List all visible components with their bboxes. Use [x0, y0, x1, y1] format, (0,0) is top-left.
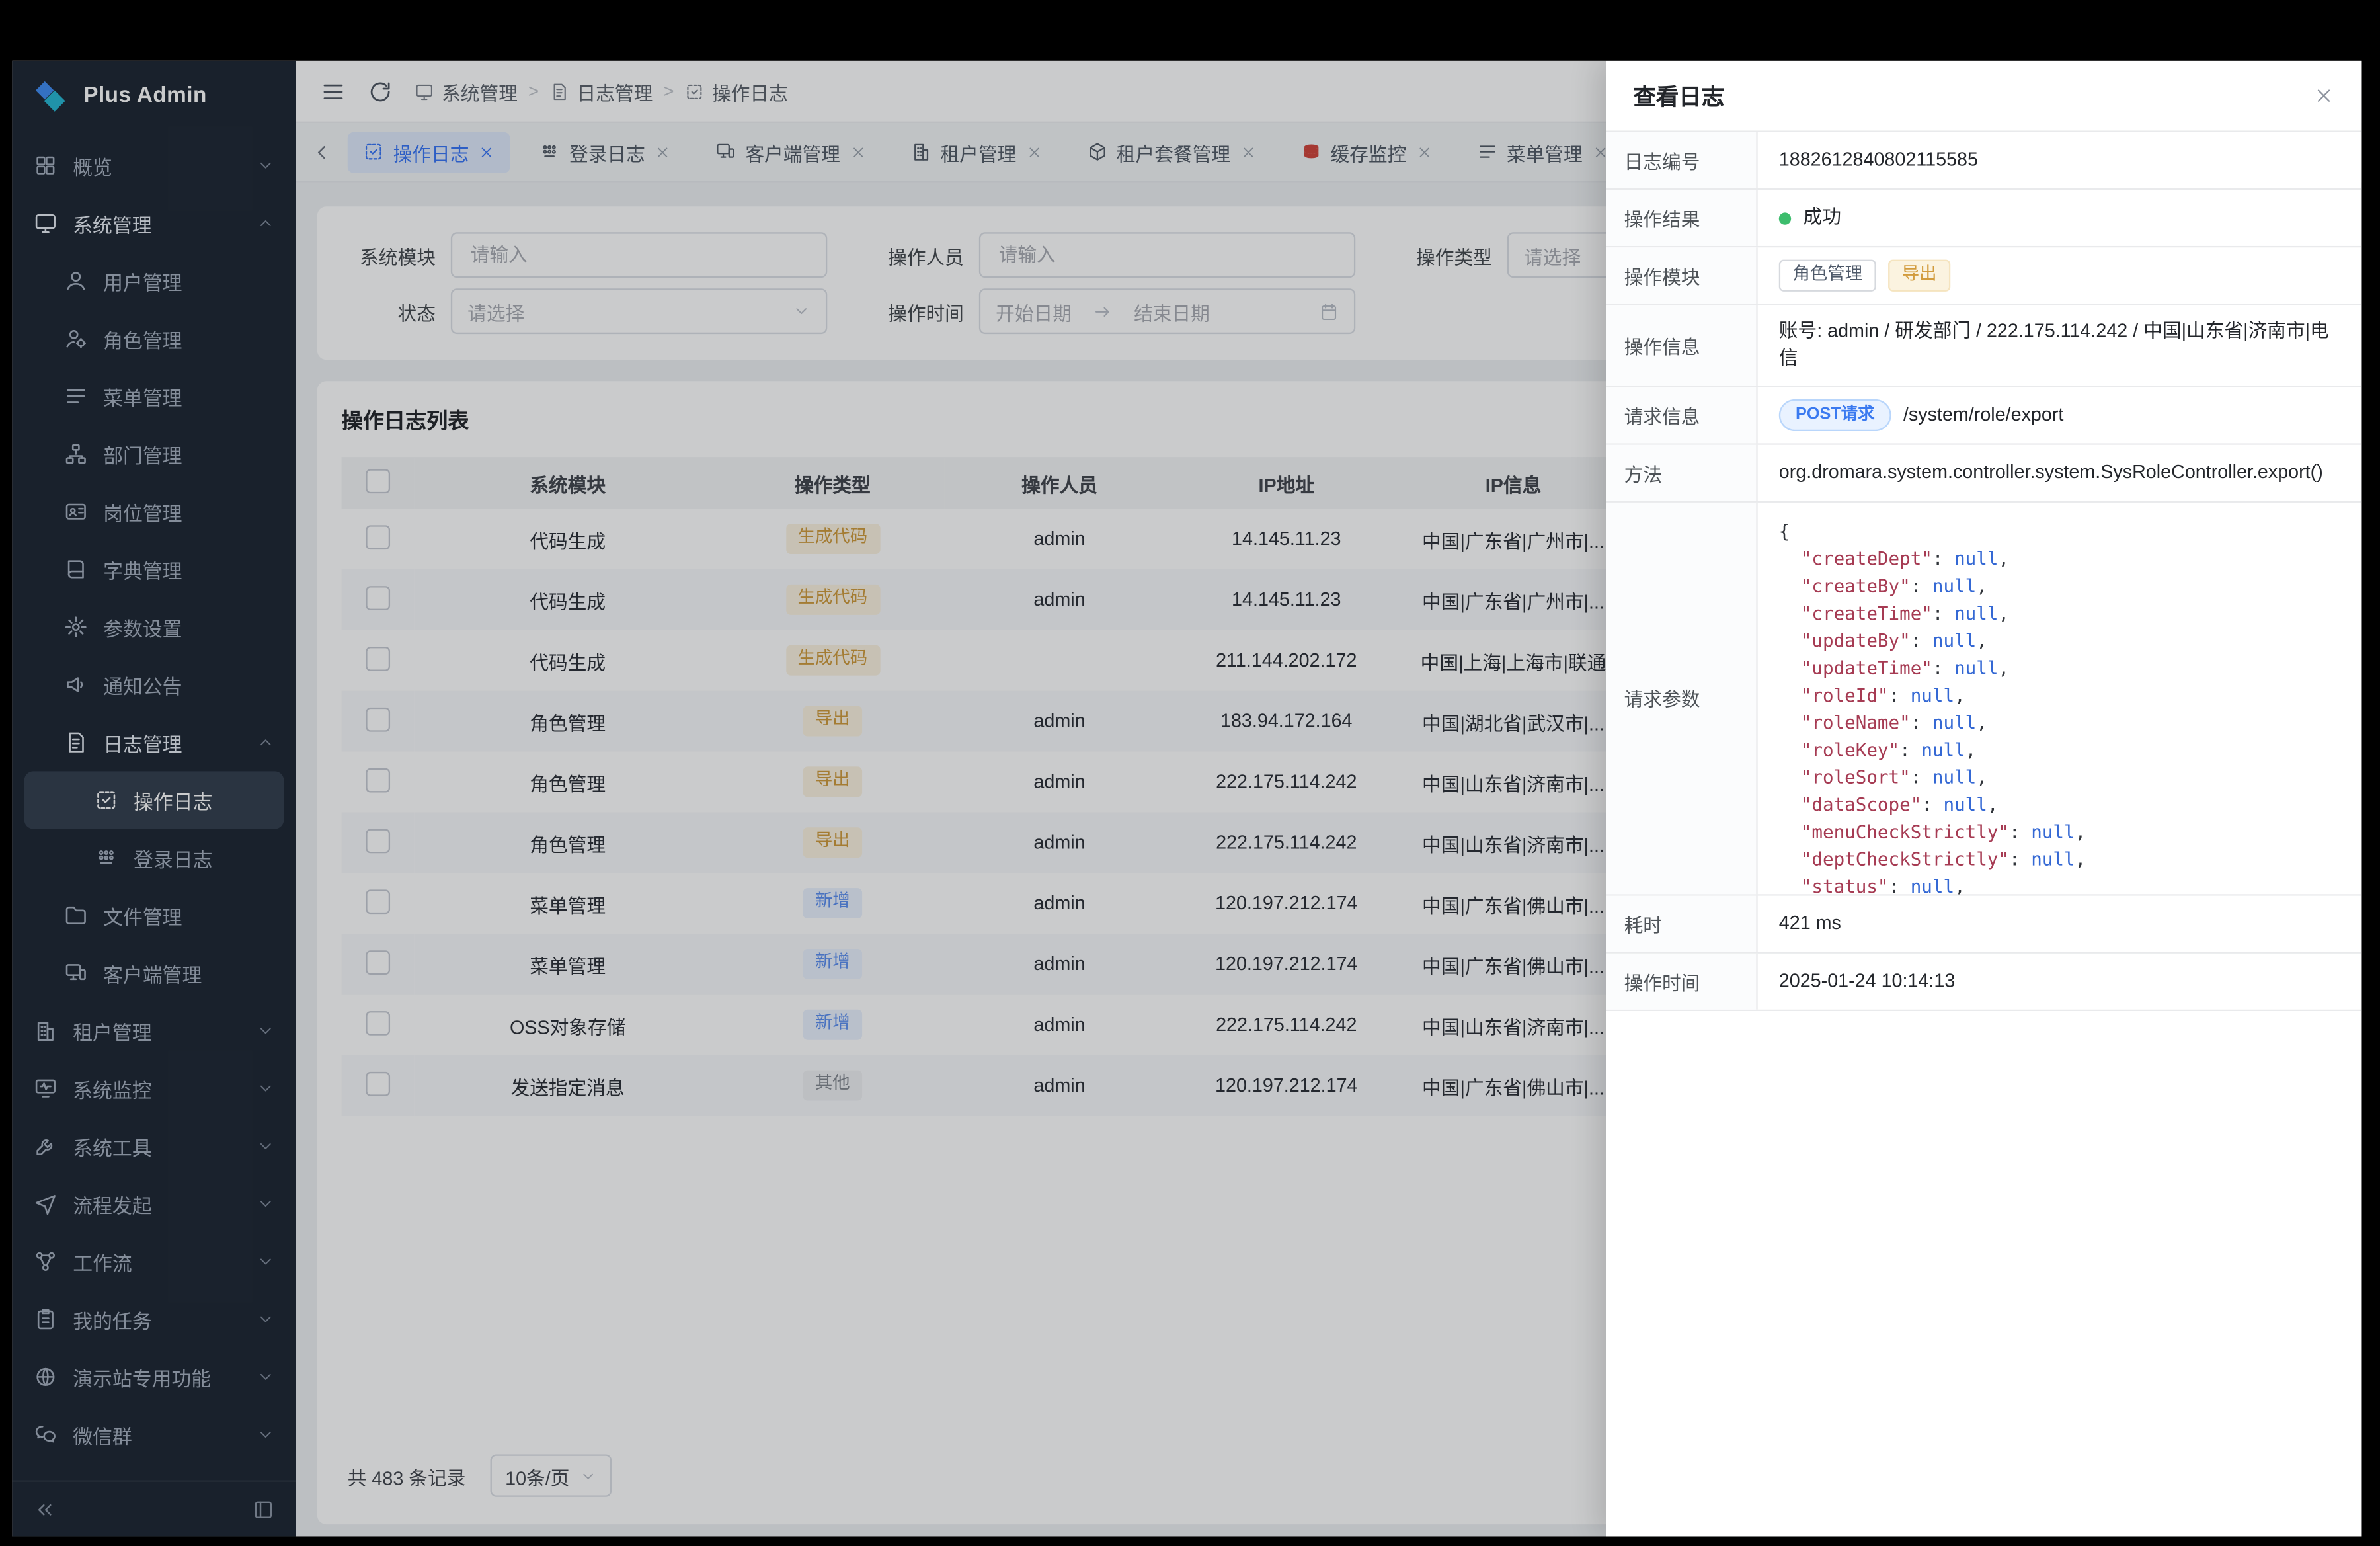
log-detail-table: 日志编号 1882612840802115585 操作结果 成功 操作模块 角色… [1606, 130, 2361, 1010]
operation-info-value: 账号: admin / 研发部门 / 222.175.114.242 / 中国|… [1758, 305, 2362, 385]
module-value: 角色管理 导出 [1758, 247, 2362, 304]
detail-row-log-id: 日志编号 1882612840802115585 [1606, 132, 2361, 190]
drawer-header: 查看日志 [1606, 61, 2361, 131]
action-tag: 导出 [1888, 260, 1950, 292]
screen: Plus Admin 概览系统管理用户管理角色管理菜单管理部门管理岗位管理字典管… [0, 0, 2380, 1545]
detail-row-time: 操作时间 2025-01-24 10:14:13 [1606, 954, 2361, 1011]
detail-row-info: 操作信息 账号: admin / 研发部门 / 222.175.114.242 … [1606, 305, 2361, 386]
detail-row-method: 方法 org.dromara.system.controller.system.… [1606, 444, 2361, 502]
post-method-tag: POST请求 [1779, 399, 1891, 431]
view-log-drawer: 查看日志 日志编号 1882612840802115585 操作结果 成功 操作… [1606, 61, 2361, 1537]
request-url: /system/role/export [1903, 401, 2063, 428]
detail-label: 请求参数 [1606, 503, 1758, 894]
detail-label: 日志编号 [1606, 132, 1758, 188]
request-params-code[interactable]: { "createDept": null, "createBy": null, … [1758, 503, 2362, 894]
request-info-value: POST请求 /system/role/export [1758, 386, 2362, 443]
detail-row-params: 请求参数 { "createDept": null, "createBy": n… [1606, 503, 2361, 896]
close-icon[interactable] [2313, 85, 2334, 106]
success-dot-icon [1779, 212, 1791, 224]
duration-value: 421 ms [1758, 895, 2362, 952]
detail-label: 操作信息 [1606, 305, 1758, 385]
detail-label: 操作时间 [1606, 954, 1758, 1010]
app-window: Plus Admin 概览系统管理用户管理角色管理菜单管理部门管理岗位管理字典管… [12, 61, 2361, 1537]
detail-label: 操作模块 [1606, 247, 1758, 304]
detail-label: 方法 [1606, 444, 1758, 501]
drawer-title: 查看日志 [1633, 80, 1724, 112]
detail-row-result: 操作结果 成功 [1606, 190, 2361, 247]
module-tag: 角色管理 [1779, 260, 1876, 292]
log-id-value: 1882612840802115585 [1758, 132, 2362, 188]
detail-label: 耗时 [1606, 895, 1758, 952]
detail-row-duration: 耗时 421 ms [1606, 895, 2361, 953]
method-value: org.dromara.system.controller.system.Sys… [1758, 444, 2362, 501]
result-value: 成功 [1758, 190, 2362, 246]
operation-time-value: 2025-01-24 10:14:13 [1758, 954, 2362, 1010]
result-text: 成功 [1804, 204, 1841, 232]
detail-row-request: 请求信息 POST请求 /system/role/export [1606, 386, 2361, 444]
detail-row-module: 操作模块 角色管理 导出 [1606, 247, 2361, 305]
detail-label: 请求信息 [1606, 386, 1758, 443]
detail-label: 操作结果 [1606, 190, 1758, 246]
